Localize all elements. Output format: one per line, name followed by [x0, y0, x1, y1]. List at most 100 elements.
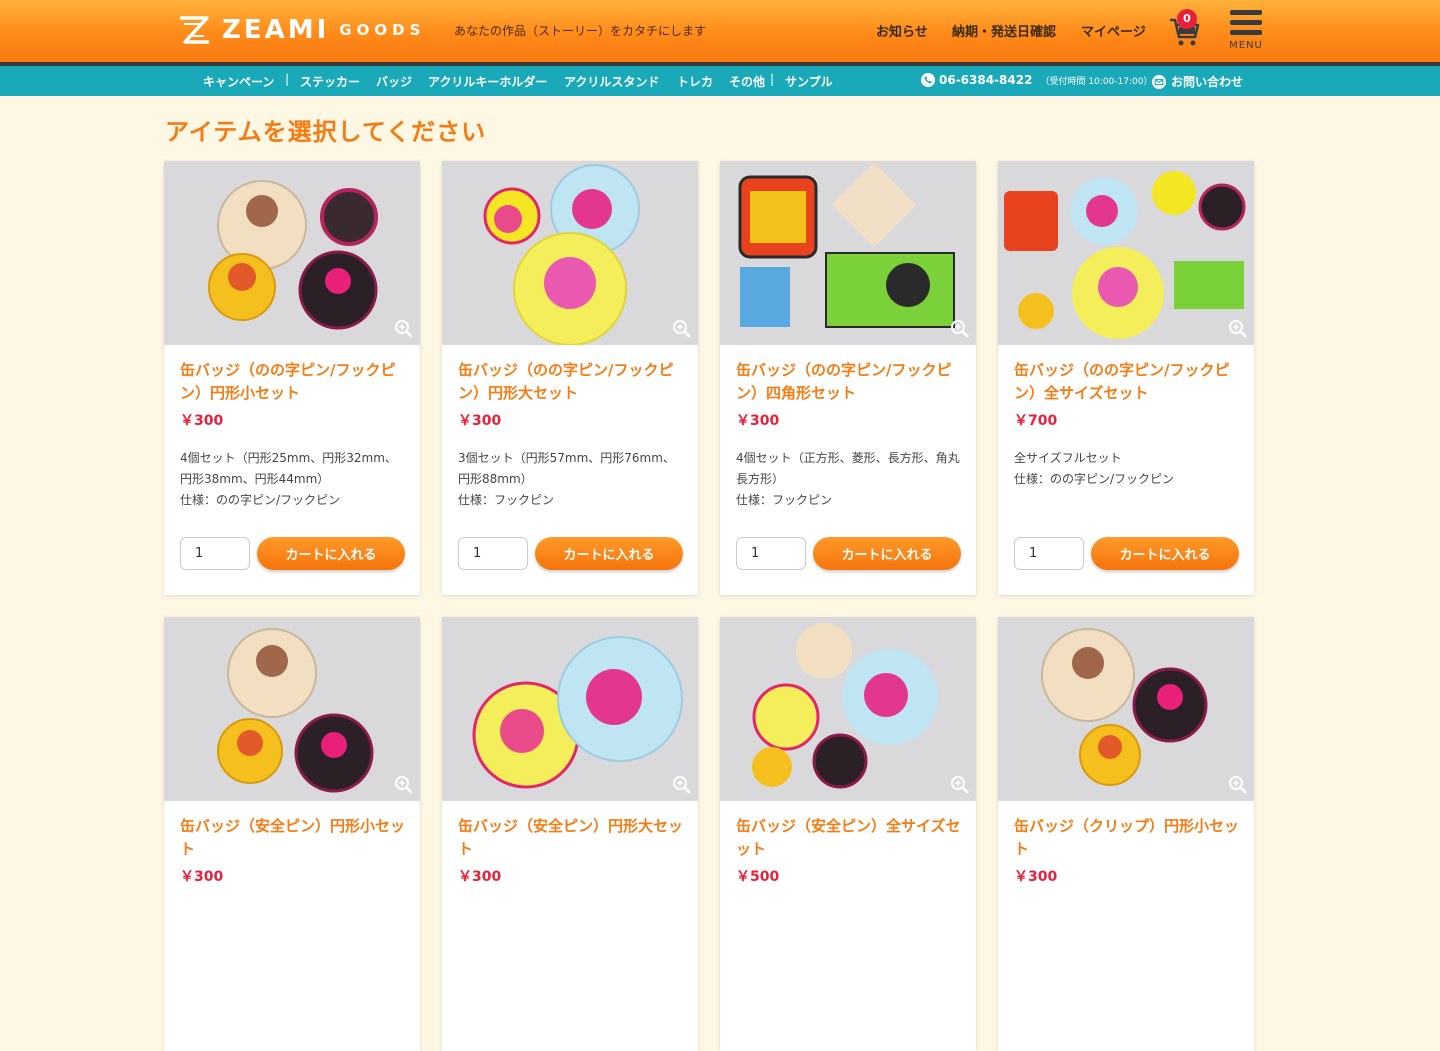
product-photo — [752, 623, 938, 789]
subnav-trading-card[interactable]: トレカ — [677, 73, 713, 90]
zoom-icon[interactable] — [672, 319, 692, 339]
quantity-input[interactable] — [1014, 537, 1084, 570]
product-spec-line: 仕様：のの字ピン/フックピン — [1014, 472, 1175, 486]
phone-hours: （受付時間 10:00-17:00） — [1040, 76, 1153, 87]
subnav-campaign[interactable]: キャンペーン — [203, 73, 274, 90]
product-image[interactable] — [164, 161, 420, 345]
product-price: ￥500 — [736, 869, 780, 885]
product-image[interactable] — [998, 617, 1254, 801]
product-image[interactable] — [164, 617, 420, 801]
product-spec-line: 仕様：のの字ピン/フックピン — [180, 493, 341, 507]
product-description-line: 3個セット（円形57mm、円形76mm、円形88mm） — [458, 451, 675, 486]
site-logo[interactable]: ZEAMI GOODS — [176, 12, 425, 48]
zoom-icon[interactable] — [950, 775, 970, 795]
tagline: あなたの作品（ストーリー）をカタチにします — [454, 24, 707, 38]
product-price: ￥300 — [458, 413, 502, 429]
product-description-line: 全サイズフルセット — [1014, 451, 1122, 465]
subnav-badge[interactable]: バッジ — [376, 73, 412, 90]
product-price: ￥300 — [458, 869, 502, 885]
zoom-icon[interactable] — [672, 775, 692, 795]
quantity-input[interactable] — [180, 537, 250, 570]
product-description: 4個セット（正方形、菱形、長方形、角丸長方形） 仕様：フックピン — [736, 448, 964, 511]
logo-mark-icon — [180, 16, 209, 44]
add-to-cart-button[interactable]: カートに入れる — [257, 537, 405, 570]
product-price: ￥700 — [1014, 413, 1058, 429]
product-spec-line: 仕様：フックピン — [736, 493, 833, 507]
add-to-cart-button[interactable]: カートに入れる — [535, 537, 683, 570]
product-price: ￥300 — [180, 413, 224, 429]
product-photo — [1004, 171, 1246, 339]
zoom-icon[interactable] — [950, 319, 970, 339]
add-to-cart-button[interactable]: カートに入れる — [813, 537, 961, 570]
product-card: 缶バッジ（のの字ピン/フックピン）円形小セット ￥300 4個セット（円形25m… — [164, 161, 420, 595]
phone-number[interactable]: 06-6384-8422 — [939, 73, 1032, 87]
product-description-line: 4個セット（円形25mm、円形32mm、円形38mm、円形44mm） — [180, 451, 397, 486]
subnav-sticker[interactable]: ステッカー — [300, 73, 360, 90]
product-image[interactable] — [442, 617, 698, 801]
subnav-sample[interactable]: サンプル — [785, 73, 833, 90]
zoom-icon[interactable] — [394, 319, 414, 339]
product-title[interactable]: 缶バッジ（安全ピン）円形大セット — [458, 815, 684, 861]
product-image[interactable] — [720, 617, 976, 801]
subnav-acrylic-keyholder[interactable]: アクリルキーホルダー — [428, 73, 547, 90]
subnav-separator: | — [770, 72, 775, 86]
product-image[interactable] — [720, 161, 976, 345]
product-card: 缶バッジ（のの字ピン/フックピン）全サイズセット ￥700 全サイズフルセット … — [998, 161, 1254, 595]
menu-label: MENU — [1229, 40, 1263, 51]
quantity-input[interactable] — [458, 537, 528, 570]
phone-info: 06-6384-8422 （受付時間 10:00-17:00） — [921, 73, 1152, 87]
add-to-cart-button[interactable]: カートに入れる — [1091, 537, 1239, 570]
cart-count-badge: 0 — [1177, 9, 1197, 29]
menu-icon — [1230, 10, 1262, 15]
product-card: 缶バッジ（安全ピン）全サイズセット ￥500 — [720, 617, 976, 1051]
product-card: 缶バッジ（安全ピン）円形大セット ￥300 — [442, 617, 698, 1051]
product-description: 3個セット（円形57mm、円形76mm、円形88mm） 仕様：フックピン — [458, 448, 686, 511]
zoom-icon[interactable] — [394, 775, 414, 795]
product-price: ￥300 — [736, 413, 780, 429]
nav-mypage[interactable]: マイページ — [1081, 21, 1146, 40]
subnav-other[interactable]: その他 — [729, 73, 765, 90]
product-title[interactable]: 缶バッジ（のの字ピン/フックピン）円形大セット — [458, 359, 684, 405]
zoom-icon[interactable] — [1228, 775, 1248, 795]
menu-icon-bar — [1230, 30, 1262, 35]
product-image[interactable] — [998, 161, 1254, 345]
contact-label: お問い合わせ — [1171, 75, 1244, 89]
product-image[interactable] — [442, 161, 698, 345]
mail-icon — [1152, 74, 1166, 89]
product-photo — [483, 164, 640, 345]
logo-text: ZEAMI — [222, 15, 330, 45]
subnav-separator: | — [285, 72, 290, 86]
product-title[interactable]: 缶バッジ（安全ピン）全サイズセット — [736, 815, 962, 861]
subnav-acrylic-stand[interactable]: アクリルスタンド — [564, 73, 659, 90]
product-description: 4個セット（円形25mm、円形32mm、円形38mm、円形44mm） 仕様：のの… — [180, 448, 408, 511]
product-title[interactable]: 缶バッジ（クリップ）円形小セット — [1014, 815, 1240, 861]
product-card: 缶バッジ（のの字ピン/フックピン）円形大セット ￥300 3個セット（円形57m… — [442, 161, 698, 595]
product-title[interactable]: 缶バッジ（のの字ピン/フックピン）四角形セット — [736, 359, 962, 405]
product-title[interactable]: 缶バッジ（のの字ピン/フックピン）円形小セット — [180, 359, 406, 405]
product-card: 缶バッジ（クリップ）円形小セット ￥300 — [998, 617, 1254, 1051]
product-photo — [738, 162, 955, 328]
product-price: ￥300 — [1014, 869, 1058, 885]
product-card: 缶バッジ（安全ピン）円形小セット ￥300 — [164, 617, 420, 1051]
product-photo — [1041, 628, 1208, 786]
product-photo — [472, 636, 683, 789]
product-description: 全サイズフルセット 仕様：のの字ピン/フックピン — [1014, 448, 1242, 490]
product-photo — [217, 628, 374, 793]
product-title[interactable]: 缶バッジ（のの字ピン/フックピン）全サイズセット — [1014, 359, 1240, 405]
product-price: ￥300 — [180, 869, 224, 885]
nav-news[interactable]: お知らせ — [876, 21, 928, 40]
nav-delivery-date[interactable]: 納期・発送日確認 — [952, 21, 1056, 40]
zoom-icon[interactable] — [1228, 319, 1248, 339]
menu-button[interactable]: MENU — [1226, 8, 1266, 54]
product-photo — [208, 180, 378, 330]
menu-icon-bar — [1230, 20, 1262, 25]
product-description-line: 4個セット（正方形、菱形、長方形、角丸長方形） — [736, 451, 960, 486]
logo-subtext: GOODS — [339, 21, 426, 39]
product-title[interactable]: 缶バッジ（安全ピン）円形小セット — [180, 815, 406, 861]
contact-link[interactable]: お問い合わせ — [1152, 73, 1243, 90]
page-title: アイテムを選択してください — [165, 118, 487, 146]
phone-icon — [921, 73, 935, 87]
product-card: 缶バッジ（のの字ピン/フックピン）四角形セット ￥300 4個セット（正方形、菱… — [720, 161, 976, 595]
product-spec-line: 仕様：フックピン — [458, 493, 555, 507]
quantity-input[interactable] — [736, 537, 806, 570]
